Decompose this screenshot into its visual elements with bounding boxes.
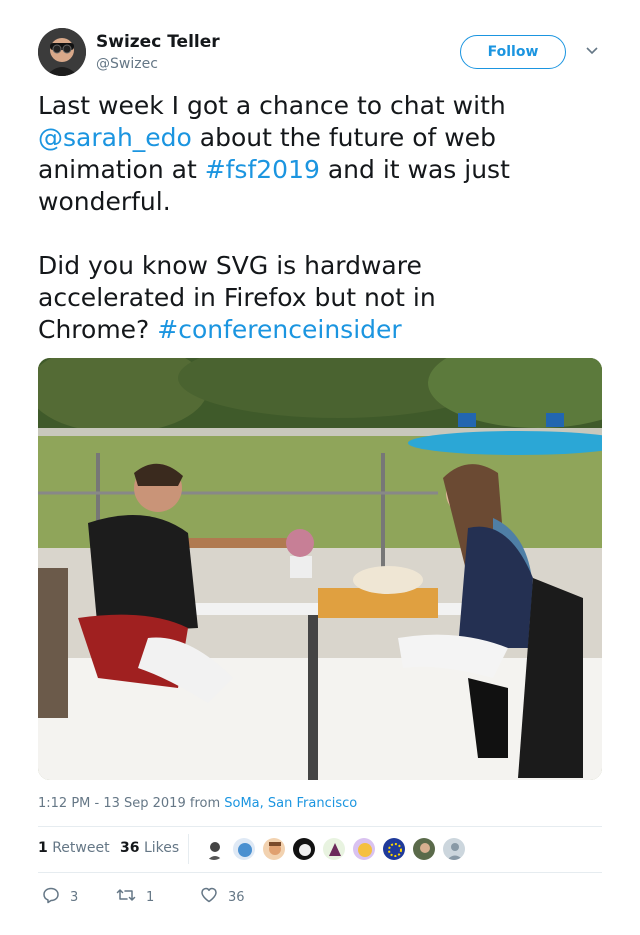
- tweet-text: Last week I got a chance to chat with @s…: [38, 90, 604, 346]
- reply-count: 3: [70, 889, 79, 905]
- tweet-photo[interactable]: [38, 358, 602, 780]
- tweet-timestamp[interactable]: 1:12 PM - 13 Sep 2019 from: [38, 796, 224, 811]
- like-button[interactable]: 36: [200, 886, 245, 908]
- retweet-icon: [116, 886, 146, 908]
- divider: [38, 872, 602, 873]
- location-link[interactable]: SoMa, San Francisco: [224, 796, 357, 811]
- chevron-down-icon[interactable]: [584, 43, 600, 59]
- reply-icon: [42, 886, 70, 908]
- tweet-meta: 1:12 PM - 13 Sep 2019 from SoMa, San Fra…: [38, 796, 357, 811]
- author-avatar[interactable]: [38, 28, 86, 76]
- like-action-count: 36: [228, 889, 245, 905]
- hashtag-link[interactable]: #fsf2019: [205, 155, 320, 184]
- retweet-button[interactable]: 1: [116, 886, 154, 908]
- follow-button[interactable]: Follow: [460, 35, 566, 69]
- author-name[interactable]: Swizec Teller: [96, 32, 220, 52]
- retweet-action-count: 1: [146, 889, 155, 905]
- retweet-label: Retweet: [52, 840, 110, 856]
- reply-button[interactable]: 3: [42, 886, 78, 908]
- retweet-count-stat[interactable]: 1 Retweet: [38, 840, 110, 856]
- like-count: 36: [120, 840, 140, 856]
- tweet-stats: 1 Retweet 36 Likes: [38, 830, 602, 868]
- avatar[interactable]: [352, 837, 376, 861]
- like-label: Likes: [143, 840, 180, 856]
- retweet-count: 1: [38, 840, 48, 856]
- avatar[interactable]: [292, 837, 316, 861]
- author-handle[interactable]: @Swizec: [96, 56, 158, 72]
- avatar[interactable]: [232, 837, 256, 861]
- avatar[interactable]: [442, 837, 466, 861]
- divider: [38, 826, 602, 827]
- avatar[interactable]: [322, 837, 346, 861]
- avatar[interactable]: [382, 837, 406, 861]
- stats-separator: [188, 834, 189, 864]
- likers-avatars: [202, 837, 472, 861]
- tweet-header: Swizec Teller @Swizec Follow: [38, 28, 604, 80]
- tweet-text-part: Last week I got a chance to chat with: [38, 91, 506, 120]
- avatar[interactable]: [412, 837, 436, 861]
- like-count-stat[interactable]: 36 Likes: [120, 840, 179, 856]
- tweet-actions: 3 1 36: [38, 880, 602, 912]
- avatar[interactable]: [202, 837, 226, 861]
- heart-icon: [200, 886, 228, 908]
- mention-link[interactable]: @sarah_edo: [38, 123, 192, 152]
- avatar[interactable]: [262, 837, 286, 861]
- hashtag-link[interactable]: #conferenceinsider: [157, 315, 401, 344]
